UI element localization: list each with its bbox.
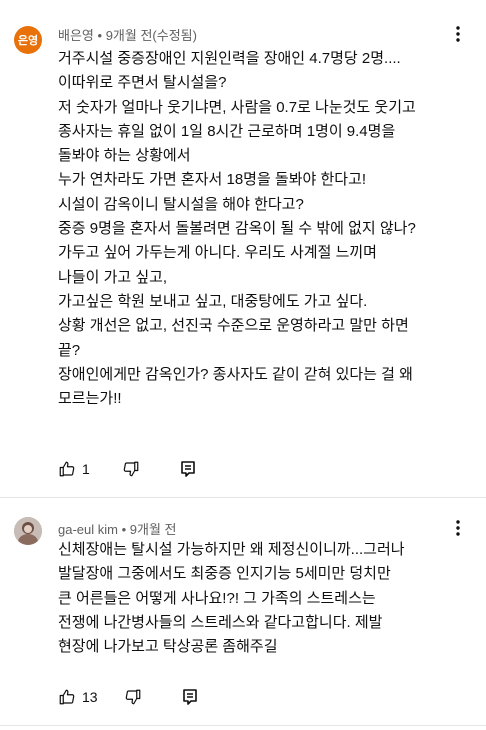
- comment-line: 돌봐야 하는 상황에서: [58, 147, 191, 165]
- comment-line: 상황 개선은 없고, 선진국 수준으로 운영하라고 말만 하면: [58, 317, 409, 335]
- comment-line: 전쟁에 나간병사들의 스트레스와 같다고합니다. 제발: [58, 613, 383, 631]
- comment-line: 발달장애 그중에서도 최중증 인지기능 5세미만 덩치만: [58, 565, 391, 583]
- like-count: 13: [82, 689, 98, 705]
- comment-line: 종사자는 휴일 없이 1일 8시간 근로하며 1명이 9.4명을: [58, 122, 396, 140]
- comment-line: 큰 어른들은 어떻게 사나요!?! 그 가족의 스트레스는: [58, 589, 376, 607]
- comment-line: 현장에 나가보고 탁상공론 좀해주길: [58, 638, 278, 656]
- comment-line: 시설이 감옥이니 탈시설을 해야 한다고?: [58, 195, 304, 213]
- meta-separator: •: [121, 522, 127, 537]
- reply-button[interactable]: [180, 457, 196, 481]
- comment-line: 장애인에게만 감옥인가? 종사자도 같이 갇혀 있다는 걸 왜: [58, 365, 413, 383]
- comment-line: 가두고 싶어 가두는게 아니다. 우리도 사계절 느끼며: [58, 244, 377, 262]
- like-button[interactable]: 1: [58, 457, 90, 481]
- comment-line: 이따위로 주면서 탈시설을?: [58, 74, 227, 92]
- comment-time[interactable]: 9개월 전: [130, 522, 177, 537]
- thumbs-down-icon: [125, 689, 140, 705]
- dislike-button[interactable]: [124, 685, 142, 709]
- comment-text: 신체장애는 탈시설 가능하지만 왜 제정신이니까...그러나 발달장애 그중에서…: [58, 538, 468, 659]
- comment-author[interactable]: ga-eul kim: [58, 522, 118, 537]
- thumbs-up-icon: [59, 689, 75, 705]
- comment-author[interactable]: 배은영: [58, 28, 94, 43]
- comment-line: 누가 연차라도 가면 혼자서 18명을 돌봐야 한다고!: [58, 171, 367, 189]
- like-count: 1: [82, 461, 90, 477]
- comment-line: 끝?: [58, 341, 81, 359]
- like-button[interactable]: 13: [58, 685, 98, 709]
- comment-line: 나들이 가고 싶고,: [58, 268, 168, 286]
- comment-line: 신체장애는 탈시설 가능하지만 왜 제정신이니까...그러나: [58, 541, 405, 558]
- comment-line: 저 숫자가 얼마나 웃기냐면, 사람을 0.7로 나눈것도 웃기고: [58, 98, 416, 116]
- thumbs-up-icon: [59, 461, 75, 477]
- avatar-photo-icon: [14, 517, 42, 545]
- comment-meta: ga-eul kim • 9개월 전: [58, 519, 177, 538]
- comment-actions: 13: [58, 685, 198, 709]
- comment-thread: 은영 배은영 • 9개월 전(수정됨) 거주시설 중증장애인 지원인력을 장애인…: [0, 0, 486, 497]
- comment-thread: ga-eul kim • 9개월 전 신체장애는 탈시설 가능하지만 왜 제정신…: [0, 497, 486, 730]
- more-options-icon[interactable]: [448, 516, 468, 540]
- comment-meta: 배은영 • 9개월 전(수정됨): [58, 25, 197, 44]
- comment-line: 거주시설 중증장애인 지원인력을 장애인 4.7명당 2명....: [58, 50, 401, 67]
- thumbs-down-icon: [123, 461, 139, 477]
- comment-text: 거주시설 중증장애인 지원인력을 장애인 4.7명당 2명.... 이따위로 주…: [58, 47, 468, 411]
- reply-icon: [182, 689, 197, 705]
- avatar[interactable]: 은영: [14, 26, 42, 54]
- divider: [0, 725, 486, 726]
- comment-line: 가고싶은 학원 보내고 싶고, 대중탕에도 가고 싶다.: [58, 292, 368, 310]
- comment-line: 중증 9명을 혼자서 돌볼려면 감옥이 될 수 밖에 없지 않나?: [58, 220, 416, 238]
- dislike-button[interactable]: [122, 457, 140, 481]
- comment-actions: 1: [58, 457, 196, 481]
- avatar[interactable]: [14, 517, 42, 545]
- avatar-initials: 은영: [17, 35, 39, 47]
- reply-button[interactable]: [182, 685, 198, 709]
- comment-time[interactable]: 9개월 전(수정됨): [106, 28, 197, 43]
- meta-separator: •: [97, 28, 103, 43]
- reply-icon: [180, 461, 195, 477]
- more-options-icon[interactable]: [448, 22, 468, 46]
- comment-line: 모르는가!!: [58, 390, 122, 408]
